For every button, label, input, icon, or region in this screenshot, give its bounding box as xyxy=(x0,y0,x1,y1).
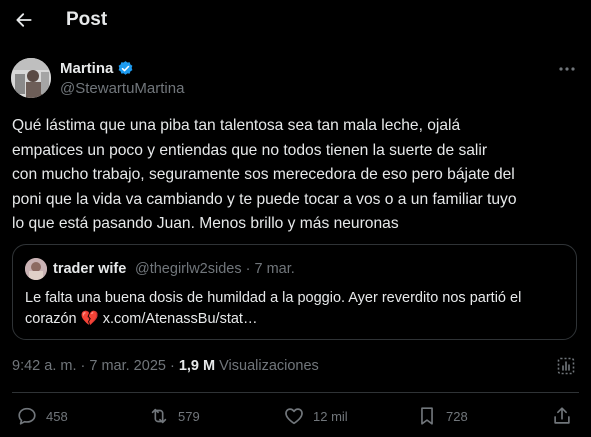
heart-icon xyxy=(285,408,303,425)
quoted-text-line2: corazón xyxy=(25,311,81,327)
bookmark-icon xyxy=(421,407,433,425)
reply-button[interactable]: 458 xyxy=(16,404,68,428)
share-icon xyxy=(554,407,570,424)
top-bar: Post xyxy=(0,0,591,40)
quoted-link[interactable]: x.com/AtenassBu/stat… xyxy=(99,311,258,327)
quoted-author-name: trader wife xyxy=(53,261,127,277)
share-button[interactable] xyxy=(551,404,573,428)
page-title: Post xyxy=(66,9,108,30)
quoted-author-avatar xyxy=(25,258,47,280)
post-timestamp[interactable]: 9:42 a. m. · 7 mar. 2025 · xyxy=(12,358,179,374)
views-label: Visualizaciones xyxy=(215,358,319,374)
author-name-text: Martina xyxy=(60,60,114,77)
quoted-post-card[interactable]: trader wife @thegirlw2sides · 7 mar. Le … xyxy=(12,244,577,340)
author-handle[interactable]: @StewartuMartina xyxy=(60,80,184,97)
analytics-button[interactable] xyxy=(556,356,576,376)
arrow-left-icon xyxy=(16,13,32,27)
bookmark-count: 728 xyxy=(446,408,468,424)
more-options-button[interactable] xyxy=(557,60,577,78)
bookmark-button[interactable]: 728 xyxy=(416,404,468,428)
like-count: 12 mil xyxy=(313,408,348,424)
verified-badge-icon xyxy=(118,61,133,75)
more-dots-icon xyxy=(559,67,575,71)
analytics-icon xyxy=(557,357,575,375)
reply-count: 458 xyxy=(46,408,68,424)
avatar-image xyxy=(11,58,51,98)
author-name[interactable]: Martina xyxy=(60,60,134,77)
author-avatar[interactable] xyxy=(11,58,51,98)
quoted-author-handle-date: @thegirlw2sides · 7 mar. xyxy=(135,261,295,277)
divider xyxy=(12,392,579,393)
tweet-text: Qué lástima que una piba tan talentosa s… xyxy=(12,117,517,232)
like-button[interactable]: 12 mil xyxy=(283,404,348,428)
post-meta: 9:42 a. m. · 7 mar. 2025 · 1,9 M Visuali… xyxy=(12,358,319,374)
repost-count: 579 xyxy=(178,408,200,424)
quoted-avatar-image xyxy=(25,258,47,280)
repost-icon xyxy=(151,408,167,424)
quoted-post-text: Le falta una buena dosis de humildad a l… xyxy=(25,288,565,330)
reply-bubble-icon xyxy=(18,407,36,425)
repost-button[interactable]: 579 xyxy=(148,404,200,428)
views-count: 1,9 M xyxy=(178,358,216,374)
back-button[interactable] xyxy=(10,6,38,34)
quoted-text-line1: Le falta una buena dosis de humildad a l… xyxy=(25,290,522,306)
broken-heart-emoji: 💔 xyxy=(80,311,99,327)
